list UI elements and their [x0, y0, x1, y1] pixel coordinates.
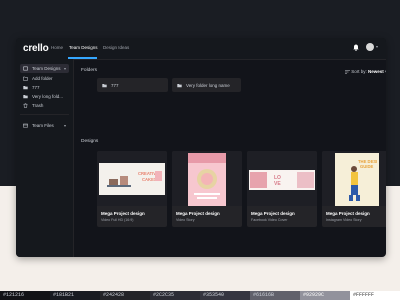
sidebar-item-label: Team Files	[32, 123, 54, 128]
swatch-7: #92929C	[300, 291, 350, 300]
design-card[interactable]: CREATIVE CAKES Mega Project design Video…	[97, 151, 167, 227]
sort-dropdown[interactable]: Sort by: Newest ▾	[345, 69, 386, 75]
svg-text:GUIDE: GUIDE	[360, 164, 373, 169]
folder-card-777[interactable]: 777	[97, 78, 168, 92]
design-title: Mega Project design	[101, 211, 145, 216]
swatch-8: #FFFFFF	[350, 291, 400, 300]
designs-heading: Designs	[81, 139, 99, 144]
design-card[interactable]: Mega Project design Video Story	[172, 151, 242, 227]
top-bar: crello Home Team Designs Design Ideas ▾	[16, 38, 386, 60]
folder-card-very-long-name[interactable]: Very folder long name	[172, 78, 241, 92]
folder-label: 777	[111, 82, 119, 88]
team-icon	[23, 66, 28, 71]
avatar[interactable]	[366, 43, 374, 51]
trash-icon	[23, 103, 28, 108]
design-format: Video Full HD (16:9)	[101, 218, 134, 222]
chevron-down-icon[interactable]: ▾	[64, 66, 66, 71]
design-card[interactable]: THE DESI GUIDE Mega Project design Insta…	[322, 151, 386, 227]
design-thumbnail: CREATIVE CAKES	[97, 151, 167, 206]
swatch-1: #12121​6	[0, 291, 50, 300]
bell-icon[interactable]	[353, 44, 359, 51]
swatch-4: #2C2C35	[150, 291, 200, 300]
design-title: Mega Project design	[176, 211, 220, 216]
sidebar-divider	[20, 114, 69, 115]
swatch-5: #353540	[200, 291, 250, 300]
facebook-cover-thumbnail-image: LO VE	[249, 170, 315, 190]
swatch-6: #61616B	[250, 291, 300, 300]
sidebar-item-folder-777[interactable]: 777	[20, 83, 69, 92]
sidebar-item-team-designs[interactable]: Team Designs ▾	[20, 64, 69, 73]
design-format: Instagram Video Story	[326, 218, 362, 222]
sort-label: Sort by:	[351, 69, 367, 74]
folder-icon	[23, 86, 28, 90]
sidebar-item-folder-very-long[interactable]: Very long fold...	[20, 92, 69, 101]
nav-design-ideas[interactable]: Design Ideas	[103, 45, 129, 50]
sidebar-item-label: Very long fold...	[32, 94, 64, 99]
color-palette: #12121​6 #181B21 #242428 #2C2C35 #353540…	[0, 291, 400, 300]
design-card[interactable]: LO VE Mega Project design Facebook Video…	[247, 151, 317, 227]
chevron-down-icon[interactable]: ▾	[64, 123, 66, 128]
sidebar-item-label: Trash	[32, 103, 44, 108]
sidebar-item-label: Team Designs	[32, 66, 61, 71]
design-thumbnail: LO VE	[247, 151, 317, 206]
sidebar-item-add-folder[interactable]: Add folder	[20, 74, 69, 83]
folder-icon	[23, 95, 28, 99]
sidebar-item-label: Add folder	[32, 76, 53, 81]
app-window: crello Home Team Designs Design Ideas ▾ …	[16, 38, 386, 257]
sidebar-item-trash[interactable]: Trash	[20, 101, 69, 110]
sidebar-item-label: 777	[32, 85, 40, 90]
design-format: Video Story	[176, 218, 195, 222]
design-guide-thumbnail-image: THE DESI GUIDE	[335, 153, 379, 206]
folder-icon	[177, 83, 182, 87]
folder-icon	[102, 83, 107, 87]
video-story-thumbnail-image	[188, 153, 226, 206]
design-title: Mega Project design	[251, 211, 295, 216]
chevron-down-icon[interactable]: ▾	[376, 44, 378, 49]
design-format: Facebook Video Cover	[251, 218, 288, 222]
design-title: Mega Project design	[326, 211, 370, 216]
design-thumbnail	[172, 151, 242, 206]
folder-label: Very folder long name	[186, 82, 230, 88]
svg-text:CAKES: CAKES	[142, 177, 157, 182]
design-thumbnail: THE DESI GUIDE	[322, 151, 386, 206]
files-icon	[23, 123, 28, 128]
main-content: Folders Sort by: Newest ▾ 777 Very folde…	[73, 59, 386, 257]
crello-logo[interactable]: crello	[23, 43, 49, 54]
sidebar-item-team-files[interactable]: Team Files ▾	[20, 121, 69, 130]
nav-team-designs[interactable]: Team Designs	[69, 45, 98, 50]
sidebar: Team Designs ▾ Add folder 777 Very long …	[16, 59, 74, 257]
cakes-thumbnail-image: CREATIVE CAKES	[99, 163, 165, 195]
nav-home[interactable]: Home	[51, 45, 63, 50]
folders-heading: Folders	[81, 68, 97, 73]
chevron-down-icon: ▾	[385, 69, 386, 74]
sort-icon	[345, 70, 350, 74]
add-folder-icon	[23, 76, 28, 81]
swatch-3: #242428	[100, 291, 150, 300]
svg-text:VE: VE	[274, 181, 281, 187]
swatch-2: #181B21	[50, 291, 100, 300]
sort-value: Newest	[368, 69, 384, 74]
